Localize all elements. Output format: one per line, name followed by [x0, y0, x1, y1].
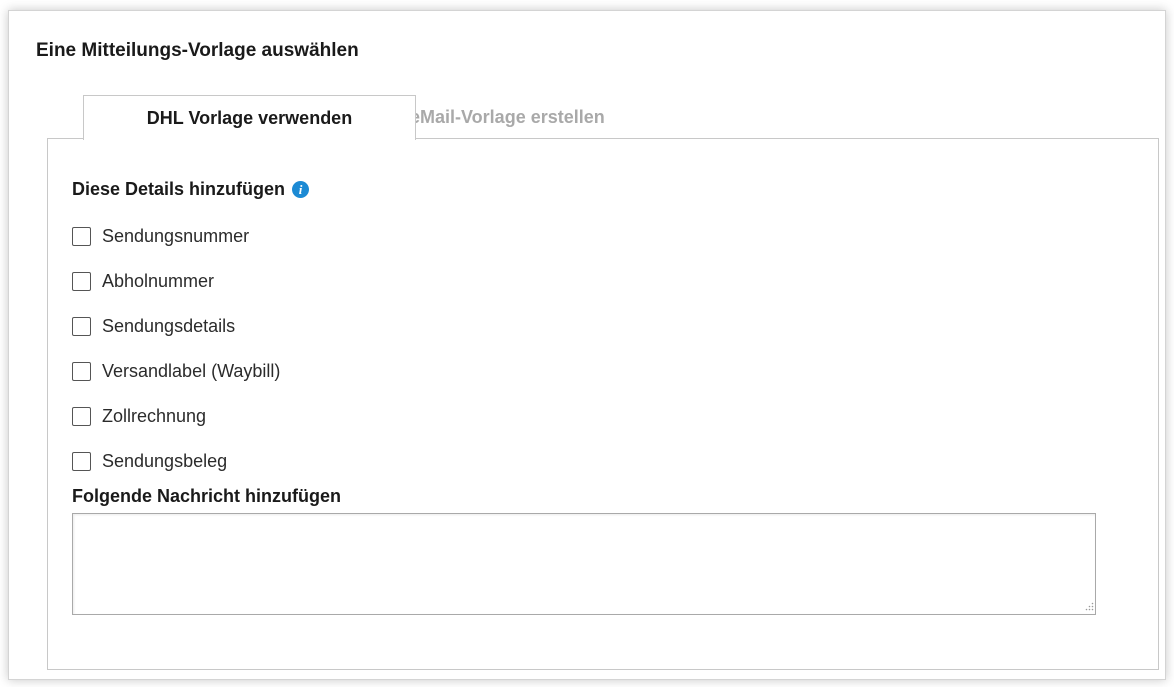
message-heading: Folgende Nachricht hinzufügen — [72, 486, 341, 506]
checkbox-sendungsnummer[interactable]: Sendungsnummer — [72, 223, 249, 249]
checkbox-box[interactable] — [72, 451, 91, 471]
details-heading-label: Diese Details hinzufügen — [72, 179, 286, 199]
checkbox-box[interactable] — [72, 271, 91, 291]
checkbox-zollrechnung[interactable]: Zollrechnung — [72, 403, 206, 429]
checkbox-label: Sendungsdetails — [102, 315, 236, 336]
checkbox-label: Versandlabel (Waybill) — [102, 360, 281, 381]
checkbox-box[interactable] — [72, 226, 91, 246]
tab-dhl-template[interactable]: DHL Vorlage verwenden — [83, 95, 416, 140]
resize-grip-icon[interactable] — [1084, 601, 1094, 611]
details-heading: Diese Details hinzufügen i — [72, 179, 310, 200]
info-icon[interactable]: i — [292, 181, 310, 198]
checkbox-box[interactable] — [72, 406, 91, 426]
panel-title: Eine Mitteilungs-Vorlage auswählen — [36, 40, 359, 61]
checkbox-label: Sendungsnummer — [102, 225, 250, 246]
checkbox-versandlabel[interactable]: Versandlabel (Waybill) — [72, 358, 280, 384]
message-textarea[interactable] — [72, 513, 1096, 615]
checkbox-label: Zollrechnung — [102, 405, 207, 426]
checkbox-sendungsdetails[interactable]: Sendungsdetails — [72, 313, 235, 339]
checkbox-box[interactable] — [72, 361, 91, 381]
checkbox-box[interactable] — [72, 316, 91, 336]
checkbox-abholnummer[interactable]: Abholnummer — [72, 268, 214, 294]
tab-email-template[interactable]: eMail-Vorlage erstellen — [408, 95, 668, 139]
tab-content: Diese Details hinzufügen i Sendungsnumme… — [47, 138, 1159, 670]
checkbox-sendungsbeleg[interactable]: Sendungsbeleg — [72, 448, 227, 474]
checkbox-label: Abholnummer — [102, 270, 215, 291]
template-selection-panel: Eine Mitteilungs-Vorlage auswählen DHL V… — [8, 10, 1166, 680]
checkbox-label: Sendungsbeleg — [102, 450, 228, 471]
